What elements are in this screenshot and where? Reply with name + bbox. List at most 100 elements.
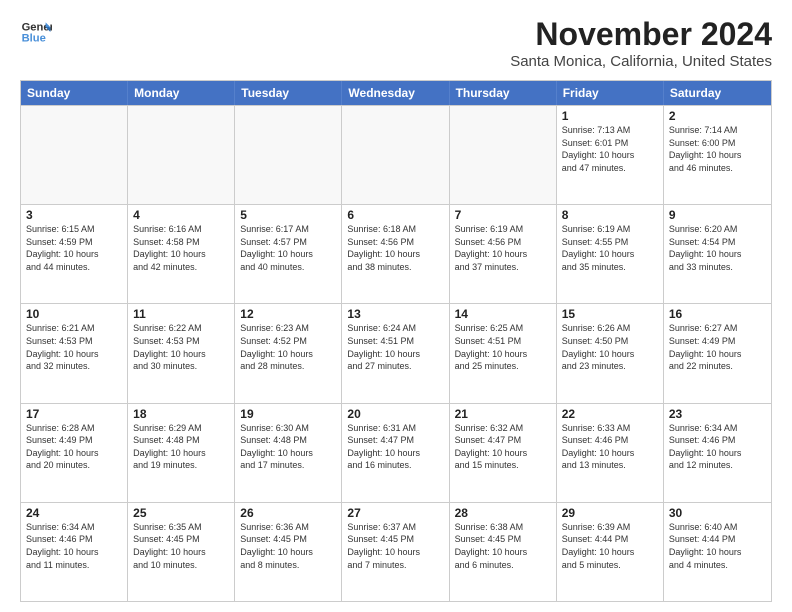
day-number: 25 [133,506,229,520]
calendar: Sunday Monday Tuesday Wednesday Thursday… [20,80,772,602]
day-info: Sunrise: 6:39 AM Sunset: 4:44 PM Dayligh… [562,521,658,571]
day-info: Sunrise: 6:23 AM Sunset: 4:52 PM Dayligh… [240,322,336,372]
day-number: 23 [669,407,766,421]
header-tuesday: Tuesday [235,81,342,105]
day-number: 1 [562,109,658,123]
day-info: Sunrise: 6:18 AM Sunset: 4:56 PM Dayligh… [347,223,443,273]
cal-cell-3-2: 19Sunrise: 6:30 AM Sunset: 4:48 PM Dayli… [235,404,342,502]
day-number: 5 [240,208,336,222]
day-info: Sunrise: 6:40 AM Sunset: 4:44 PM Dayligh… [669,521,766,571]
day-number: 2 [669,109,766,123]
day-info: Sunrise: 6:20 AM Sunset: 4:54 PM Dayligh… [669,223,766,273]
header-thursday: Thursday [450,81,557,105]
cal-cell-1-2: 5Sunrise: 6:17 AM Sunset: 4:57 PM Daylig… [235,205,342,303]
day-info: Sunrise: 6:19 AM Sunset: 4:56 PM Dayligh… [455,223,551,273]
day-info: Sunrise: 6:15 AM Sunset: 4:59 PM Dayligh… [26,223,122,273]
cal-cell-4-0: 24Sunrise: 6:34 AM Sunset: 4:46 PM Dayli… [21,503,128,601]
day-number: 28 [455,506,551,520]
calendar-body: 1Sunrise: 7:13 AM Sunset: 6:01 PM Daylig… [21,105,771,601]
day-number: 19 [240,407,336,421]
day-info: Sunrise: 6:34 AM Sunset: 4:46 PM Dayligh… [669,422,766,472]
cal-cell-0-5: 1Sunrise: 7:13 AM Sunset: 6:01 PM Daylig… [557,106,664,204]
day-number: 6 [347,208,443,222]
cal-cell-4-3: 27Sunrise: 6:37 AM Sunset: 4:45 PM Dayli… [342,503,449,601]
cal-row-1: 3Sunrise: 6:15 AM Sunset: 4:59 PM Daylig… [21,204,771,303]
day-number: 8 [562,208,658,222]
day-info: Sunrise: 6:32 AM Sunset: 4:47 PM Dayligh… [455,422,551,472]
cal-row-4: 24Sunrise: 6:34 AM Sunset: 4:46 PM Dayli… [21,502,771,601]
day-info: Sunrise: 6:31 AM Sunset: 4:47 PM Dayligh… [347,422,443,472]
cal-cell-1-3: 6Sunrise: 6:18 AM Sunset: 4:56 PM Daylig… [342,205,449,303]
day-number: 20 [347,407,443,421]
cal-cell-1-6: 9Sunrise: 6:20 AM Sunset: 4:54 PM Daylig… [664,205,771,303]
day-number: 7 [455,208,551,222]
cal-cell-4-1: 25Sunrise: 6:35 AM Sunset: 4:45 PM Dayli… [128,503,235,601]
day-info: Sunrise: 6:17 AM Sunset: 4:57 PM Dayligh… [240,223,336,273]
day-info: Sunrise: 6:36 AM Sunset: 4:45 PM Dayligh… [240,521,336,571]
cal-cell-2-0: 10Sunrise: 6:21 AM Sunset: 4:53 PM Dayli… [21,304,128,402]
cal-cell-0-3 [342,106,449,204]
cal-cell-1-4: 7Sunrise: 6:19 AM Sunset: 4:56 PM Daylig… [450,205,557,303]
header-saturday: Saturday [664,81,771,105]
day-info: Sunrise: 7:13 AM Sunset: 6:01 PM Dayligh… [562,124,658,174]
day-info: Sunrise: 6:38 AM Sunset: 4:45 PM Dayligh… [455,521,551,571]
day-info: Sunrise: 6:19 AM Sunset: 4:55 PM Dayligh… [562,223,658,273]
cal-cell-3-3: 20Sunrise: 6:31 AM Sunset: 4:47 PM Dayli… [342,404,449,502]
cal-row-0: 1Sunrise: 7:13 AM Sunset: 6:01 PM Daylig… [21,105,771,204]
day-number: 3 [26,208,122,222]
day-info: Sunrise: 6:25 AM Sunset: 4:51 PM Dayligh… [455,322,551,372]
day-number: 21 [455,407,551,421]
cal-cell-3-4: 21Sunrise: 6:32 AM Sunset: 4:47 PM Dayli… [450,404,557,502]
day-info: Sunrise: 6:29 AM Sunset: 4:48 PM Dayligh… [133,422,229,472]
cal-cell-1-5: 8Sunrise: 6:19 AM Sunset: 4:55 PM Daylig… [557,205,664,303]
day-number: 9 [669,208,766,222]
day-info: Sunrise: 6:37 AM Sunset: 4:45 PM Dayligh… [347,521,443,571]
day-info: Sunrise: 6:21 AM Sunset: 4:53 PM Dayligh… [26,322,122,372]
cal-cell-0-1 [128,106,235,204]
day-number: 24 [26,506,122,520]
title-area: November 2024 Santa Monica, California, … [510,16,772,70]
header-monday: Monday [128,81,235,105]
cal-cell-2-6: 16Sunrise: 6:27 AM Sunset: 4:49 PM Dayli… [664,304,771,402]
cal-cell-3-6: 23Sunrise: 6:34 AM Sunset: 4:46 PM Dayli… [664,404,771,502]
cal-cell-4-5: 29Sunrise: 6:39 AM Sunset: 4:44 PM Dayli… [557,503,664,601]
day-info: Sunrise: 6:16 AM Sunset: 4:58 PM Dayligh… [133,223,229,273]
cal-cell-3-1: 18Sunrise: 6:29 AM Sunset: 4:48 PM Dayli… [128,404,235,502]
cal-cell-1-0: 3Sunrise: 6:15 AM Sunset: 4:59 PM Daylig… [21,205,128,303]
cal-cell-4-4: 28Sunrise: 6:38 AM Sunset: 4:45 PM Dayli… [450,503,557,601]
day-number: 17 [26,407,122,421]
header-friday: Friday [557,81,664,105]
day-info: Sunrise: 6:33 AM Sunset: 4:46 PM Dayligh… [562,422,658,472]
day-info: Sunrise: 6:30 AM Sunset: 4:48 PM Dayligh… [240,422,336,472]
day-info: Sunrise: 6:34 AM Sunset: 4:46 PM Dayligh… [26,521,122,571]
cal-cell-2-1: 11Sunrise: 6:22 AM Sunset: 4:53 PM Dayli… [128,304,235,402]
header-sunday: Sunday [21,81,128,105]
day-number: 18 [133,407,229,421]
day-number: 4 [133,208,229,222]
day-info: Sunrise: 6:28 AM Sunset: 4:49 PM Dayligh… [26,422,122,472]
cal-cell-0-6: 2Sunrise: 7:14 AM Sunset: 6:00 PM Daylig… [664,106,771,204]
cal-cell-4-2: 26Sunrise: 6:36 AM Sunset: 4:45 PM Dayli… [235,503,342,601]
calendar-header: Sunday Monday Tuesday Wednesday Thursday… [21,81,771,105]
cal-cell-4-6: 30Sunrise: 6:40 AM Sunset: 4:44 PM Dayli… [664,503,771,601]
cal-row-2: 10Sunrise: 6:21 AM Sunset: 4:53 PM Dayli… [21,303,771,402]
day-info: Sunrise: 6:26 AM Sunset: 4:50 PM Dayligh… [562,322,658,372]
cal-cell-2-2: 12Sunrise: 6:23 AM Sunset: 4:52 PM Dayli… [235,304,342,402]
logo: General Blue [20,16,52,48]
day-number: 30 [669,506,766,520]
day-info: Sunrise: 6:27 AM Sunset: 4:49 PM Dayligh… [669,322,766,372]
svg-text:Blue: Blue [22,33,46,45]
cal-cell-0-2 [235,106,342,204]
cal-cell-2-3: 13Sunrise: 6:24 AM Sunset: 4:51 PM Dayli… [342,304,449,402]
logo-icon: General Blue [20,16,52,48]
day-number: 29 [562,506,658,520]
day-number: 11 [133,307,229,321]
day-info: Sunrise: 7:14 AM Sunset: 6:00 PM Dayligh… [669,124,766,174]
day-number: 22 [562,407,658,421]
day-info: Sunrise: 6:24 AM Sunset: 4:51 PM Dayligh… [347,322,443,372]
day-info: Sunrise: 6:35 AM Sunset: 4:45 PM Dayligh… [133,521,229,571]
day-number: 26 [240,506,336,520]
cal-cell-2-5: 15Sunrise: 6:26 AM Sunset: 4:50 PM Dayli… [557,304,664,402]
cal-row-3: 17Sunrise: 6:28 AM Sunset: 4:49 PM Dayli… [21,403,771,502]
cal-cell-0-4 [450,106,557,204]
